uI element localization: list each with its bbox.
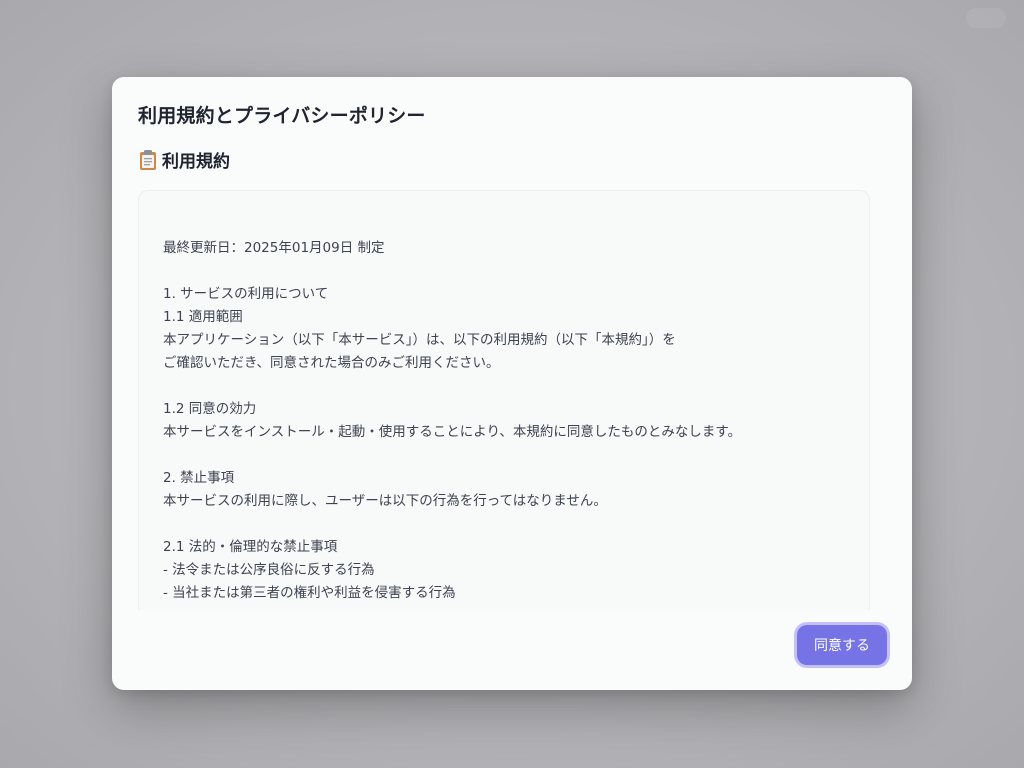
section-heading: 利用規約 — [138, 147, 230, 172]
terms-scroll-area[interactable]: 最終更新日：2025年01月09日 制定 1. サービスの利用について 1.1 … — [138, 190, 870, 610]
dialog-title: 利用規約とプライバシーポリシー — [138, 105, 426, 127]
agree-button[interactable]: 同意する — [797, 625, 887, 665]
terms-text: 最終更新日：2025年01月09日 制定 1. サービスの利用について 1.1 … — [163, 240, 742, 601]
section-title: 利用規約 — [162, 152, 230, 172]
clipboard-icon — [138, 149, 158, 171]
scroll-fade — [139, 602, 869, 610]
background-glint — [966, 8, 1006, 28]
terms-dialog: 利用規約とプライバシーポリシー 利用規約 最終更新日：2025年01月09日 制… — [112, 77, 912, 690]
